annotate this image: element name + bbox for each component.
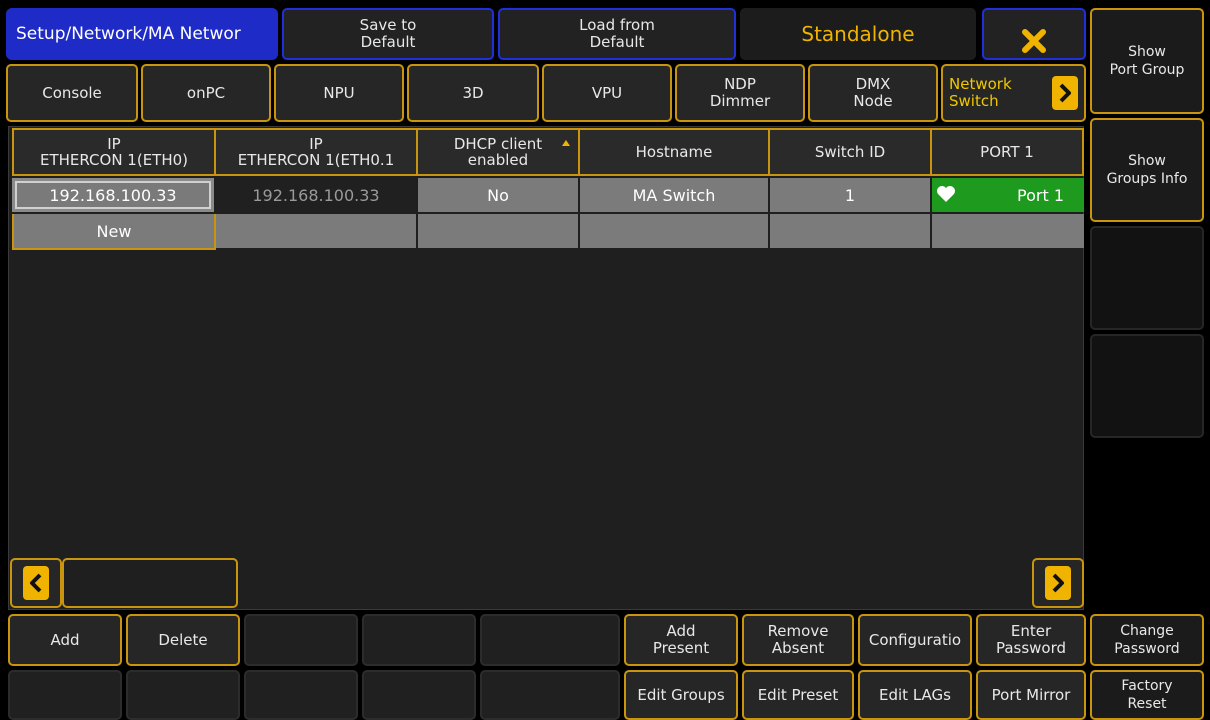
cell-ip-eth0[interactable]: 192.168.100.33 bbox=[15, 181, 211, 209]
tab-network-switch-label: Network Switch bbox=[949, 75, 1012, 110]
port-mirror-button[interactable]: Port Mirror bbox=[976, 670, 1086, 720]
edit-lags-button[interactable]: Edit LAGs bbox=[858, 670, 972, 720]
change-password-button[interactable]: Change Password bbox=[1090, 614, 1204, 666]
empty-button-slot bbox=[480, 670, 620, 720]
cell-switch-id[interactable]: 1 bbox=[770, 178, 932, 212]
empty-button-slot bbox=[8, 670, 122, 720]
tab-dmx-node[interactable]: DMX Node bbox=[808, 64, 938, 122]
tab-vpu[interactable]: VPU bbox=[542, 64, 672, 122]
close-button[interactable] bbox=[982, 8, 1086, 60]
factory-reset-button[interactable]: Factory Reset bbox=[1090, 670, 1204, 720]
column-header-switch-id[interactable]: Switch ID bbox=[770, 128, 932, 176]
new-row-cell bbox=[580, 214, 770, 248]
tab-3d[interactable]: 3D bbox=[407, 64, 539, 122]
tab-ndp-dimmer[interactable]: NDP Dimmer bbox=[675, 64, 805, 122]
chevron-left-icon bbox=[23, 566, 49, 600]
new-row-cell bbox=[770, 214, 932, 248]
chevron-right-icon bbox=[1045, 566, 1071, 600]
column-header-ip-eth0-1[interactable]: IP ETHERCON 1(ETH0.1 bbox=[216, 128, 418, 176]
tab-npu[interactable]: NPU bbox=[274, 64, 404, 122]
column-header-hostname[interactable]: Hostname bbox=[580, 128, 770, 176]
show-port-group-button[interactable]: Show Port Group bbox=[1090, 8, 1204, 114]
empty-side-slot bbox=[1090, 334, 1204, 438]
tabs-next-arrow[interactable] bbox=[1052, 76, 1078, 110]
scroll-right-button[interactable] bbox=[1032, 558, 1084, 608]
column-header-port-1[interactable]: PORT 1 bbox=[932, 128, 1084, 176]
empty-side-slot bbox=[1090, 226, 1204, 330]
column-header-dhcp[interactable]: DHCP client enabled bbox=[418, 128, 580, 176]
empty-button-slot bbox=[480, 614, 620, 666]
standalone-button[interactable]: Standalone bbox=[740, 8, 976, 60]
edit-groups-button[interactable]: Edit Groups bbox=[624, 670, 738, 720]
cell-port-1-label: Port 1 bbox=[1017, 185, 1064, 205]
window-title: Setup/Network/MA Networ bbox=[6, 8, 278, 60]
empty-button-slot bbox=[126, 670, 240, 720]
heart-icon bbox=[936, 185, 956, 207]
configuration-button[interactable]: Configuratio bbox=[858, 614, 972, 666]
show-groups-info-button[interactable]: Show Groups Info bbox=[1090, 118, 1204, 222]
load-from-default-button[interactable]: Load from Default bbox=[498, 8, 736, 60]
edit-preset-button[interactable]: Edit Preset bbox=[742, 670, 854, 720]
new-row-cell bbox=[418, 214, 580, 248]
enter-password-button[interactable]: Enter Password bbox=[976, 614, 1086, 666]
tab-onpc[interactable]: onPC bbox=[141, 64, 271, 122]
horizontal-scrollbar-thumb[interactable] bbox=[62, 558, 238, 608]
add-present-button[interactable]: Add Present bbox=[624, 614, 738, 666]
cell-ip-eth0-1[interactable]: 192.168.100.33 bbox=[216, 178, 418, 212]
save-to-default-button[interactable]: Save to Default bbox=[282, 8, 494, 60]
new-row-cell bbox=[932, 214, 1084, 248]
column-header-ip-eth0[interactable]: IP ETHERCON 1(ETH0) bbox=[12, 128, 216, 176]
cell-hostname[interactable]: MA Switch bbox=[580, 178, 770, 212]
add-button[interactable]: Add bbox=[8, 614, 122, 666]
cell-port-1[interactable]: Port 1 bbox=[932, 178, 1084, 212]
close-icon bbox=[1020, 10, 1048, 58]
tab-console[interactable]: Console bbox=[6, 64, 138, 122]
empty-button-slot bbox=[244, 670, 358, 720]
chevron-right-icon bbox=[1059, 83, 1071, 103]
new-row-button[interactable]: New bbox=[12, 214, 216, 250]
cell-dhcp[interactable]: No bbox=[418, 178, 580, 212]
new-row-cell bbox=[216, 214, 418, 248]
sort-ascending-icon bbox=[562, 140, 570, 146]
delete-button[interactable]: Delete bbox=[126, 614, 240, 666]
table-row[interactable]: 192.168.100.33 bbox=[12, 178, 216, 212]
column-header-dhcp-label: DHCP client enabled bbox=[453, 135, 543, 169]
scroll-left-button[interactable] bbox=[10, 558, 62, 608]
remove-absent-button[interactable]: Remove Absent bbox=[742, 614, 854, 666]
empty-button-slot bbox=[362, 670, 476, 720]
empty-button-slot bbox=[244, 614, 358, 666]
empty-button-slot bbox=[362, 614, 476, 666]
